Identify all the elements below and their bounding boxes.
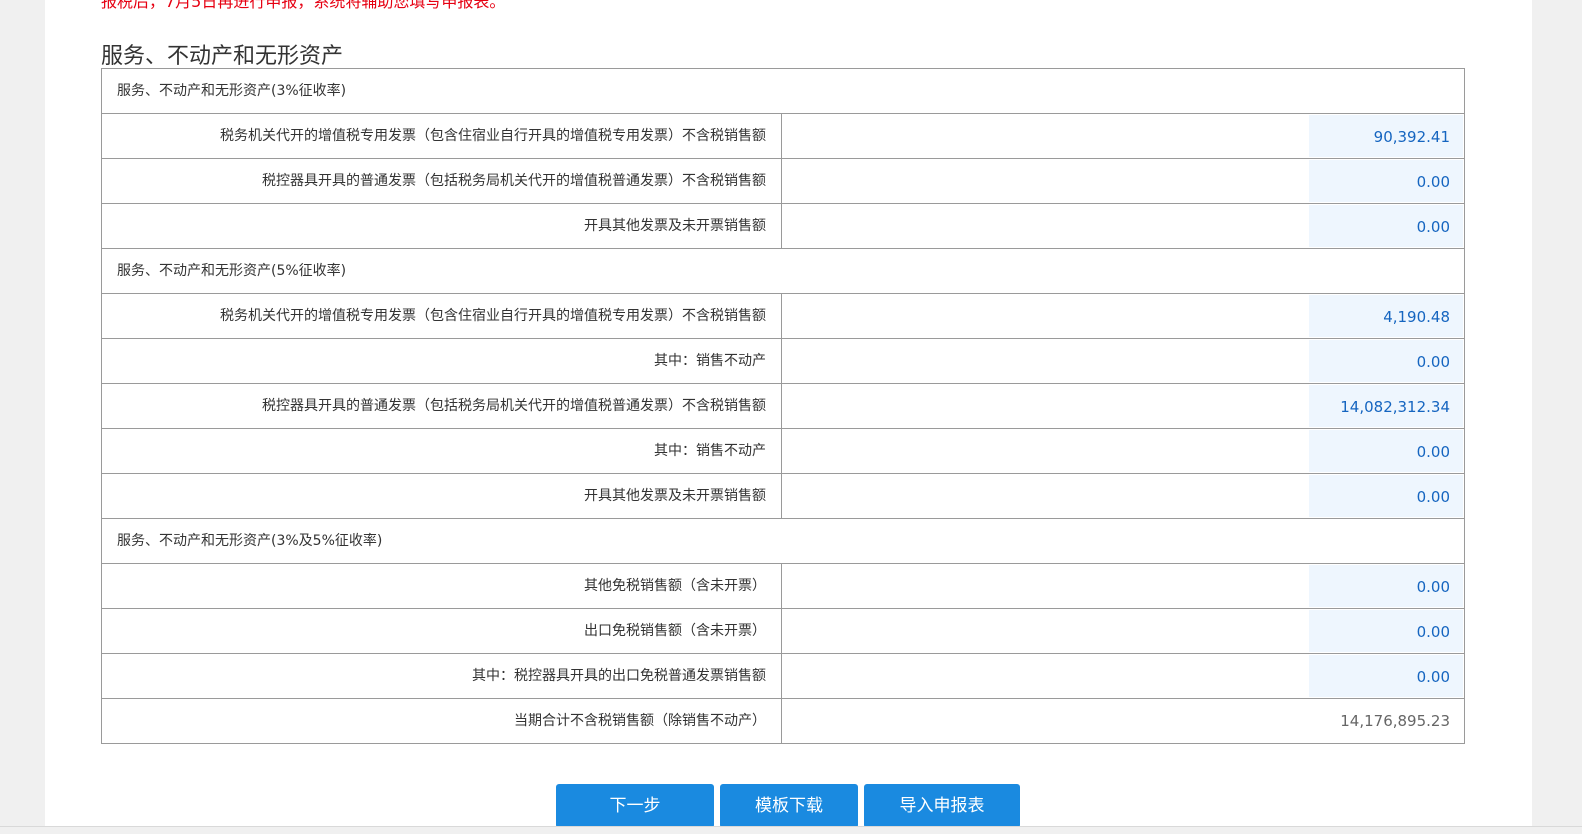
table-row: 其中：销售不动产 0.00 bbox=[102, 339, 1464, 384]
table-row: 开具其他发票及未开票销售额 0.00 bbox=[102, 204, 1464, 249]
amount-input[interactable]: 0.00 bbox=[1309, 655, 1463, 697]
amount-input[interactable]: 14,082,312.34 bbox=[1309, 385, 1463, 427]
next-step-button[interactable]: 下一步 bbox=[556, 784, 714, 828]
value-cell: 14,176,895.23 bbox=[783, 699, 1464, 743]
group-label: 服务、不动产和无形资产(3%及5%征收率) bbox=[117, 533, 383, 549]
value-cell: 4,190.48 bbox=[783, 294, 1464, 338]
value-cell: 0.00 bbox=[783, 609, 1464, 653]
section-title: 服务、不动产和无形资产 bbox=[101, 44, 344, 69]
group-header-3pct: 服务、不动产和无形资产(3%征收率) bbox=[102, 69, 1464, 114]
table-row: 出口免税销售额（含未开票） 0.00 bbox=[102, 609, 1464, 654]
value-cell: 14,082,312.34 bbox=[783, 384, 1464, 428]
group-label: 服务、不动产和无形资产(3%征收率) bbox=[117, 83, 347, 99]
value-cell: 0.00 bbox=[783, 339, 1464, 383]
main-page: 报税后，7月5日再进行申报，系统将辅助您填写申报表。 服务、不动产和无形资产 服… bbox=[45, 0, 1532, 833]
total-row: 当期合计不含税销售额（除销售不动产） 14,176,895.23 bbox=[102, 699, 1464, 744]
table-row: 税控器具开具的普通发票（包括税务局机关代开的增值税普通发票）不含税销售额 14,… bbox=[102, 384, 1464, 429]
group-label: 服务、不动产和无形资产(5%征收率) bbox=[117, 263, 347, 279]
import-form-button[interactable]: 导入申报表 bbox=[864, 784, 1020, 828]
table-row: 税务机关代开的增值税专用发票（包含住宿业自行开具的增值税专用发票）不含税销售额 … bbox=[102, 114, 1464, 159]
amount-input[interactable]: 4,190.48 bbox=[1309, 295, 1463, 337]
row-label: 其中：税控器具开具的出口免税普通发票销售额 bbox=[102, 654, 782, 698]
row-label: 税务机关代开的增值税专用发票（包含住宿业自行开具的增值税专用发票）不含税销售额 bbox=[102, 114, 782, 158]
amount-input[interactable]: 0.00 bbox=[1309, 205, 1463, 247]
amount-input[interactable]: 90,392.41 bbox=[1309, 115, 1463, 157]
group-header-5pct: 服务、不动产和无形资产(5%征收率) bbox=[102, 249, 1464, 294]
value-cell: 0.00 bbox=[783, 204, 1464, 248]
row-label: 当期合计不含税销售额（除销售不动产） bbox=[102, 699, 782, 743]
amount-input[interactable]: 0.00 bbox=[1309, 160, 1463, 202]
amount-input[interactable]: 0.00 bbox=[1309, 565, 1463, 607]
value-cell: 0.00 bbox=[783, 564, 1464, 608]
amount-input[interactable]: 0.00 bbox=[1309, 430, 1463, 472]
value-cell: 0.00 bbox=[783, 654, 1464, 698]
row-label: 税控器具开具的普通发票（包括税务局机关代开的增值税普通发票）不含税销售额 bbox=[102, 159, 782, 203]
row-label: 其中：销售不动产 bbox=[102, 339, 782, 383]
row-label: 开具其他发票及未开票销售额 bbox=[102, 204, 782, 248]
table-row: 其他免税销售额（含未开票） 0.00 bbox=[102, 564, 1464, 609]
amount-input[interactable]: 0.00 bbox=[1309, 340, 1463, 382]
notice-text: 报税后，7月5日再进行申报，系统将辅助您填写申报表。 bbox=[101, 0, 506, 11]
value-cell: 0.00 bbox=[783, 159, 1464, 203]
amount-input[interactable]: 0.00 bbox=[1309, 610, 1463, 652]
table-row: 开具其他发票及未开票销售额 0.00 bbox=[102, 474, 1464, 519]
value-cell: 0.00 bbox=[783, 474, 1464, 518]
total-value: 14,176,895.23 bbox=[1340, 712, 1450, 730]
value-cell: 0.00 bbox=[783, 429, 1464, 473]
row-label: 出口免税销售额（含未开票） bbox=[102, 609, 782, 653]
row-label: 开具其他发票及未开票销售额 bbox=[102, 474, 782, 518]
table-row: 其中：税控器具开具的出口免税普通发票销售额 0.00 bbox=[102, 654, 1464, 699]
value-cell: 90,392.41 bbox=[783, 114, 1464, 158]
table-row: 税务机关代开的增值税专用发票（包含住宿业自行开具的增值税专用发票）不含税销售额 … bbox=[102, 294, 1464, 339]
template-download-button[interactable]: 模板下载 bbox=[720, 784, 858, 828]
row-label: 税控器具开具的普通发票（包括税务局机关代开的增值税普通发票）不含税销售额 bbox=[102, 384, 782, 428]
sales-form-table: 服务、不动产和无形资产(3%征收率) 税务机关代开的增值税专用发票（包含住宿业自… bbox=[101, 68, 1465, 744]
row-label: 其他免税销售额（含未开票） bbox=[102, 564, 782, 608]
table-row: 其中：销售不动产 0.00 bbox=[102, 429, 1464, 474]
group-header-3and5pct: 服务、不动产和无形资产(3%及5%征收率) bbox=[102, 519, 1464, 564]
table-row: 税控器具开具的普通发票（包括税务局机关代开的增值税普通发票）不含税销售额 0.0… bbox=[102, 159, 1464, 204]
row-label: 其中：销售不动产 bbox=[102, 429, 782, 473]
amount-input[interactable]: 0.00 bbox=[1309, 475, 1463, 517]
row-label: 税务机关代开的增值税专用发票（包含住宿业自行开具的增值税专用发票）不含税销售额 bbox=[102, 294, 782, 338]
